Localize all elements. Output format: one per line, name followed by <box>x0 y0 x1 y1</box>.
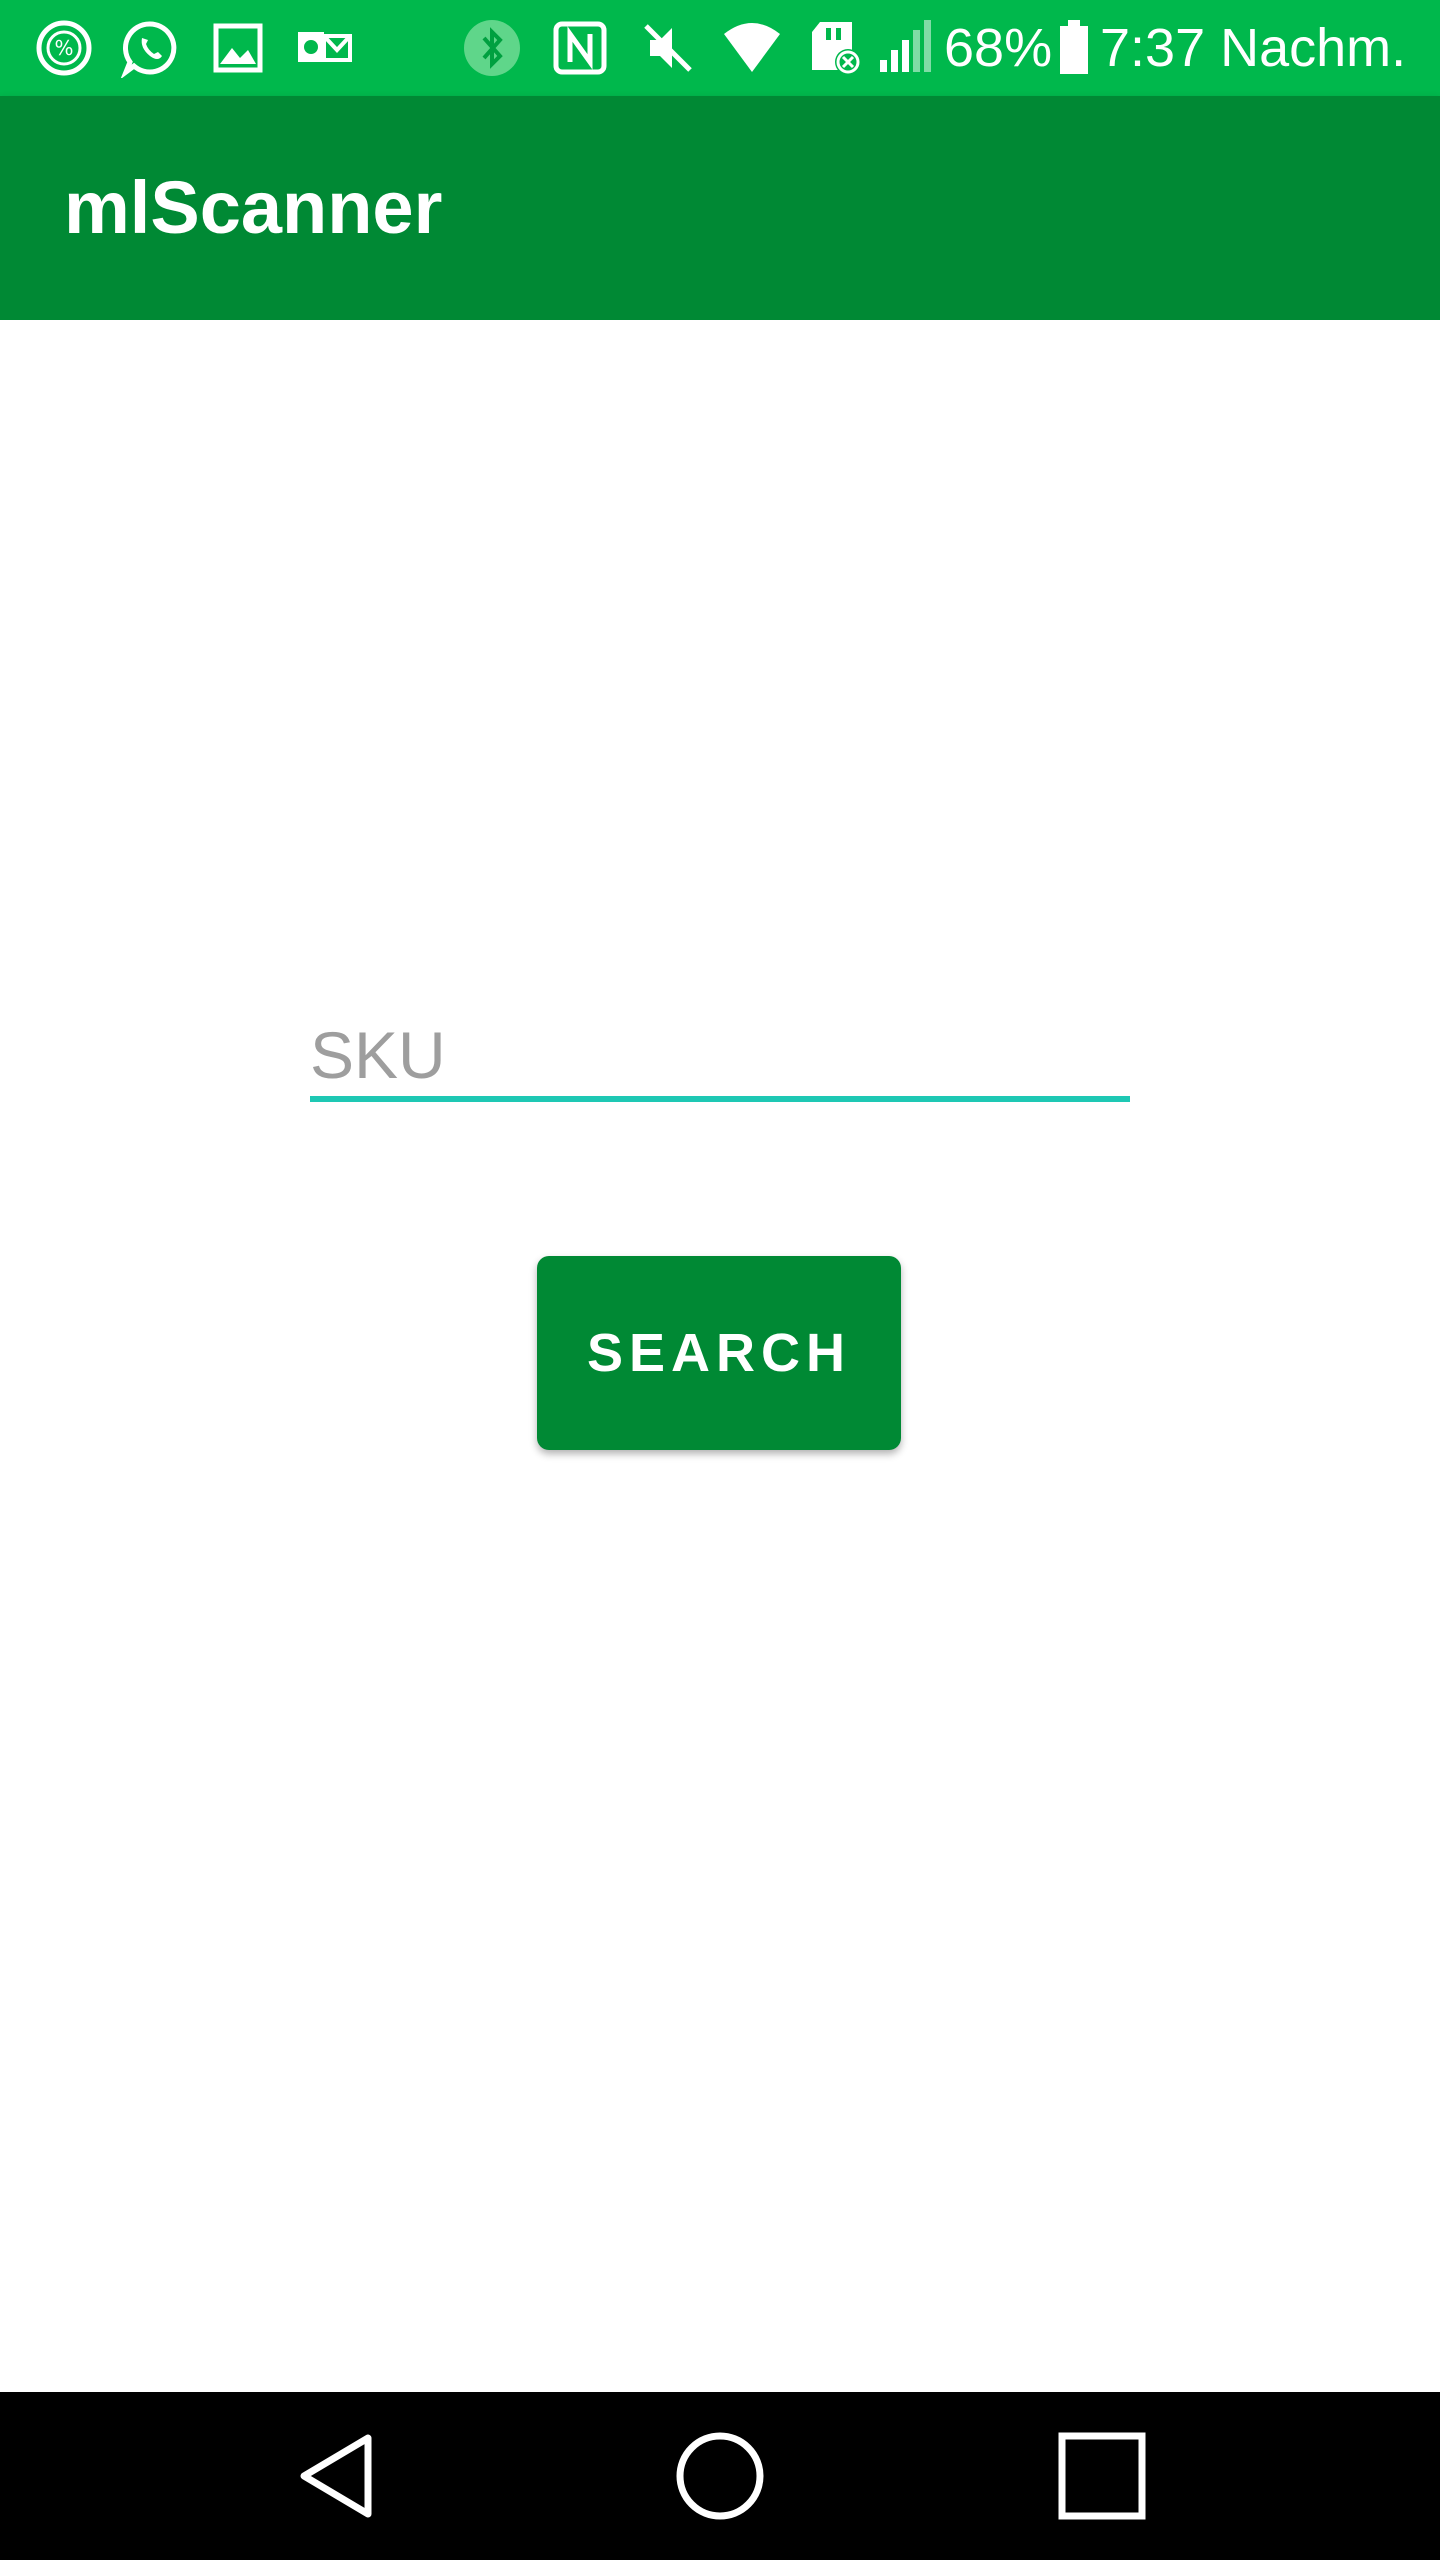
status-time: 7:37 Nachm. <box>1100 18 1407 78</box>
whatsapp-icon <box>120 18 180 78</box>
svg-text:%: % <box>54 36 73 60</box>
sd-card-icon <box>808 18 868 78</box>
outlook-icon <box>294 18 354 78</box>
bluetooth-icon <box>462 18 522 78</box>
wifi-icon <box>722 18 782 78</box>
back-icon[interactable] <box>290 2426 390 2526</box>
signal-icon <box>876 18 936 78</box>
app-bar: mlScanner <box>0 96 1440 320</box>
sku-input[interactable] <box>310 1000 1130 1110</box>
search-button[interactable]: SEARCH <box>537 1256 901 1450</box>
gallery-icon <box>208 18 268 78</box>
battery-icon <box>1044 18 1104 78</box>
battery-percent: 68% <box>944 18 1053 78</box>
mute-icon <box>638 18 698 78</box>
recents-icon[interactable] <box>1052 2426 1152 2526</box>
app-title: mlScanner <box>64 166 443 249</box>
percent-app-icon: % <box>34 18 94 78</box>
home-icon[interactable] <box>670 2426 770 2526</box>
nfc-icon <box>550 18 610 78</box>
search-button-label: SEARCH <box>586 1323 852 1383</box>
status-bar: % 68% 7:37 Nachm. <box>0 0 1440 96</box>
sku-input-underline <box>310 1096 1130 1102</box>
navigation-bar <box>0 2392 1440 2560</box>
